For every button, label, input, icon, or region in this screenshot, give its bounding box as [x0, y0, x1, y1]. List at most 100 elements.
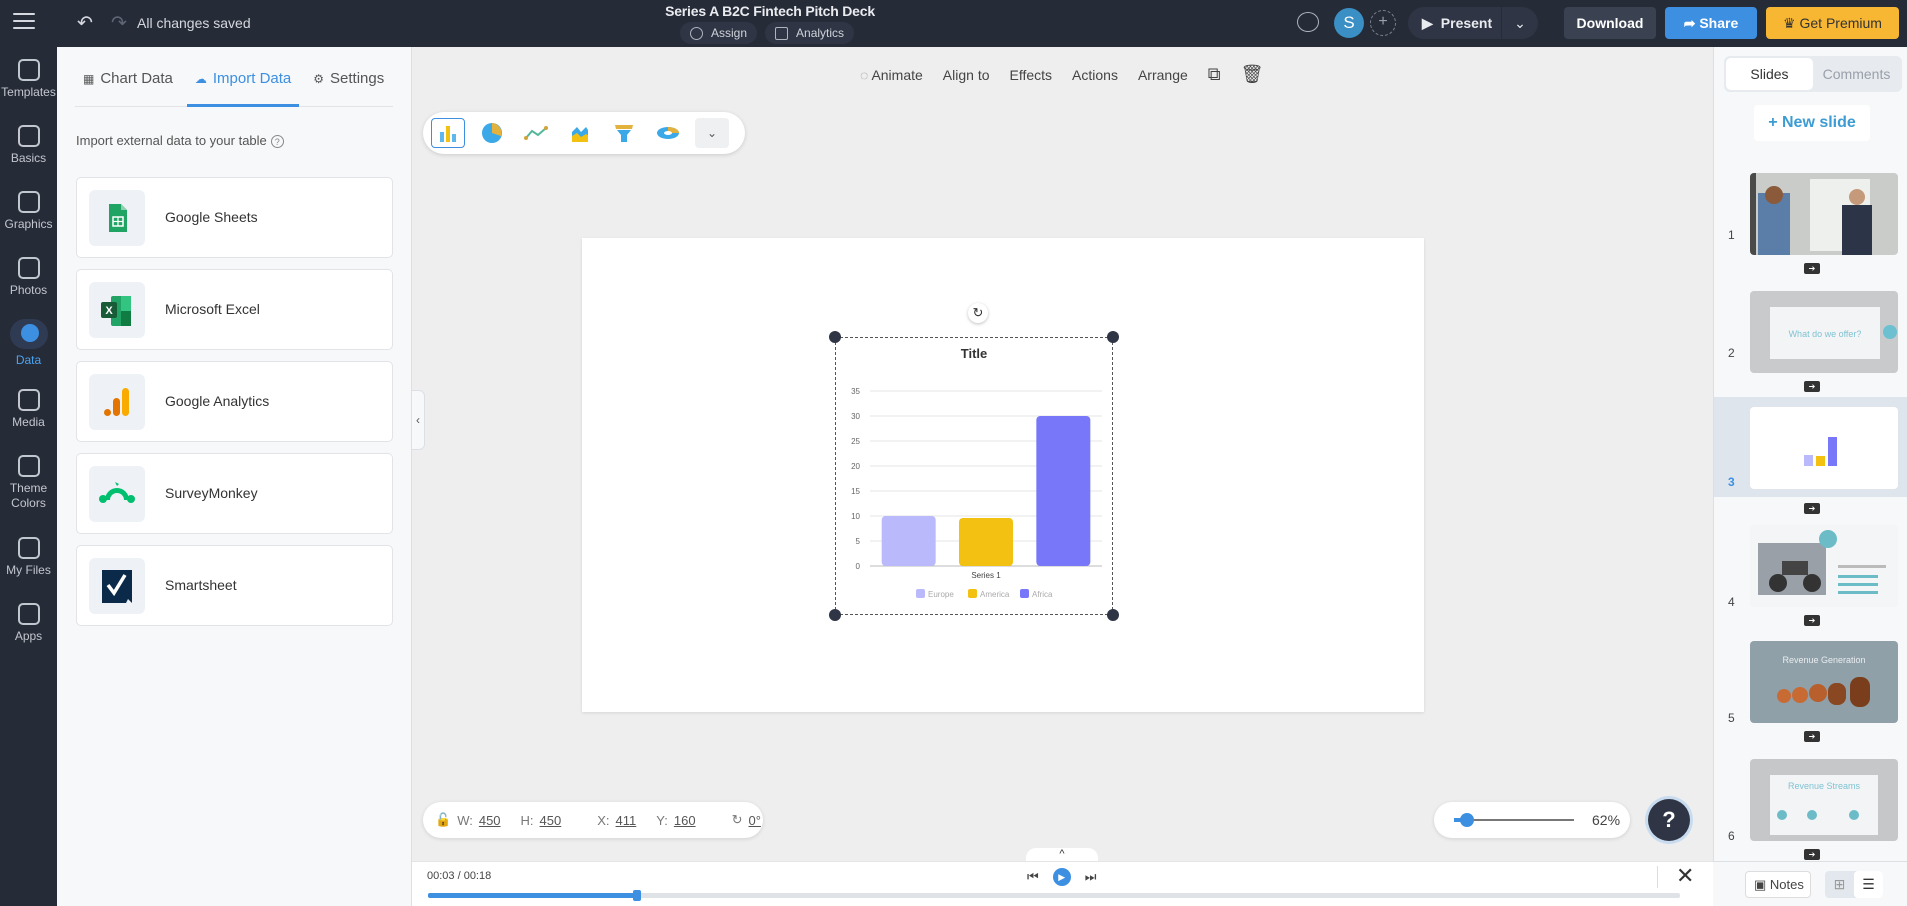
svg-text:X: X	[105, 305, 113, 317]
nav-basics[interactable]: Basics	[0, 125, 57, 165]
duplicate-icon[interactable]: ⧉	[1208, 64, 1221, 85]
timeline-collapse-toggle[interactable]: ^	[1026, 848, 1098, 862]
timeline-handle[interactable]	[632, 890, 641, 901]
transition-icon[interactable]: ➔	[1804, 263, 1820, 274]
apps-icon	[17, 603, 40, 625]
donut-chart-type-button[interactable]	[651, 118, 685, 148]
zoom-percent: 62%	[1592, 812, 1621, 828]
align-to-button[interactable]: Align to	[943, 67, 990, 83]
play-button[interactable]: ▶	[1052, 868, 1071, 886]
source-google-sheets[interactable]: Google Sheets	[76, 177, 393, 258]
add-collaborator-icon[interactable]: +	[1370, 10, 1396, 36]
height-input[interactable]: 450	[540, 813, 562, 828]
x-input[interactable]: 411	[616, 813, 637, 828]
assign-button[interactable]: Assign	[680, 22, 758, 44]
new-slide-button[interactable]: + New slide	[1754, 105, 1870, 141]
chart-type-picker: ⌄	[423, 112, 745, 154]
zoom-slider-handle[interactable]	[1460, 813, 1475, 827]
nav-label: Apps	[14, 629, 43, 643]
share-label: Share	[1699, 15, 1739, 31]
tab-slides[interactable]: Slides	[1726, 58, 1813, 90]
crown-icon: ♛	[1783, 15, 1800, 31]
animate-button[interactable]: ◌ Animate	[860, 67, 923, 83]
list-view-icon[interactable]: ☰	[1854, 871, 1883, 898]
source-microsoft-excel[interactable]: X Microsoft Excel	[76, 269, 393, 350]
transition-icon[interactable]: ➔	[1804, 849, 1820, 860]
nav-photos[interactable]: Photos	[0, 257, 57, 297]
avatar[interactable]: S	[1334, 8, 1364, 38]
download-button[interactable]: Download	[1564, 7, 1656, 39]
import-label: Import external data to your table	[76, 133, 267, 148]
tab-settings[interactable]: ⚙ Settings	[305, 69, 392, 107]
animate-icon: ◌	[860, 66, 872, 83]
share-button[interactable]: ➦ Share	[1665, 7, 1757, 39]
nav-theme-colors[interactable]: Theme Colors	[0, 455, 57, 511]
rotate-handle-icon[interactable]: ↻	[968, 303, 988, 323]
line-chart-type-button[interactable]	[519, 118, 553, 148]
collapse-panel-button[interactable]: ‹	[412, 390, 425, 450]
tab-import-data[interactable]: ☁ Import Data	[186, 69, 300, 107]
transition-icon[interactable]: ➔	[1804, 731, 1820, 742]
skip-back-icon[interactable]: ⏮	[1027, 869, 1039, 885]
slide-thumbnail-6[interactable]: 6 Revenue Streams ➔	[1714, 759, 1907, 860]
slide-thumbnail-5[interactable]: 5 Revenue Generation ➔	[1714, 641, 1907, 742]
slide-thumbnail-3[interactable]: 3 ➔	[1714, 397, 1907, 514]
tab-chart-data[interactable]: ▦ Chart Data	[75, 69, 181, 107]
source-surveymonkey[interactable]: SurveyMonkey	[76, 453, 393, 534]
nav-data[interactable]: Data	[0, 319, 57, 367]
present-button[interactable]: ▶ Present	[1408, 7, 1502, 39]
source-name: Microsoft Excel	[165, 301, 260, 317]
grid-view-icon[interactable]: ⊞	[1825, 871, 1854, 898]
tab-label: Settings	[330, 70, 385, 87]
transition-icon[interactable]: ➔	[1804, 615, 1820, 626]
source-google-analytics[interactable]: Google Analytics	[76, 361, 393, 442]
close-icon[interactable]: ✕	[1676, 863, 1694, 889]
table-icon: ▦	[83, 72, 95, 86]
nav-graphics[interactable]: Graphics	[0, 191, 57, 231]
slide-thumbnail-2[interactable]: 2 What do we offer? ➔	[1714, 291, 1907, 392]
view-switcher: ⊞ ☰	[1825, 871, 1883, 898]
bar-america	[959, 518, 1013, 566]
rotation-input[interactable]: 0°	[748, 813, 760, 828]
arrange-button[interactable]: Arrange	[1138, 67, 1188, 83]
tab-comments[interactable]: Comments	[1813, 58, 1900, 90]
media-icon	[17, 389, 40, 411]
top-bar: ↶ ↷ All changes saved Series A B2C Finte…	[0, 0, 1907, 47]
legend-label: Africa	[1032, 590, 1053, 599]
notes-button[interactable]: ▣ Notes	[1745, 871, 1811, 898]
nav-my-files[interactable]: My Files	[0, 537, 57, 577]
effects-button[interactable]: Effects	[1010, 67, 1053, 83]
width-input[interactable]: 450	[479, 813, 501, 828]
notes-label: Notes	[1769, 877, 1804, 892]
lock-aspect-icon[interactable]: 🔓	[435, 812, 451, 828]
area-chart-type-button[interactable]	[563, 118, 597, 148]
context-toolbar: ◌ Animate Align to Effects Actions Arran…	[860, 64, 1264, 85]
nav-templates[interactable]: Templates	[0, 59, 57, 99]
bar-chart-type-button[interactable]	[431, 118, 465, 148]
trash-icon[interactable]: 🗑	[1241, 64, 1264, 85]
divider	[1657, 866, 1658, 888]
slide-thumbnail-4[interactable]: 4 ➔	[1714, 525, 1907, 626]
source-smartsheet[interactable]: Smartsheet	[76, 545, 393, 626]
y-input[interactable]: 160	[674, 813, 696, 828]
bar-chart[interactable]: Title 0 5 10 15 20 25 30 35 Series 1 Europe America…	[836, 338, 1112, 614]
notes-icon: ▣	[1754, 877, 1770, 892]
nav-media[interactable]: Media	[0, 389, 57, 429]
get-premium-button[interactable]: ♛ Get Premium	[1766, 7, 1899, 39]
analytics-button[interactable]: Analytics	[765, 22, 855, 44]
skip-forward-icon[interactable]: ⏭	[1085, 869, 1097, 885]
more-chart-types-button[interactable]: ⌄	[695, 118, 729, 148]
nav-apps[interactable]: Apps	[0, 603, 57, 643]
pie-chart-icon	[482, 123, 502, 143]
transition-icon[interactable]: ➔	[1804, 503, 1820, 514]
help-button[interactable]: ?	[1648, 799, 1690, 841]
funnel-chart-type-button[interactable]	[607, 118, 641, 148]
help-circle-icon[interactable]: ?	[270, 135, 284, 148]
transition-icon[interactable]: ➔	[1804, 381, 1820, 392]
comment-icon[interactable]	[1297, 12, 1319, 32]
slide-thumbnail-1[interactable]: 1 ➔	[1714, 173, 1907, 274]
chevron-down-icon[interactable]: ⌄	[1502, 7, 1538, 39]
pie-chart-type-button[interactable]	[475, 118, 509, 148]
actions-button[interactable]: Actions	[1072, 67, 1118, 83]
timeline-scrubber[interactable]	[428, 890, 1680, 901]
